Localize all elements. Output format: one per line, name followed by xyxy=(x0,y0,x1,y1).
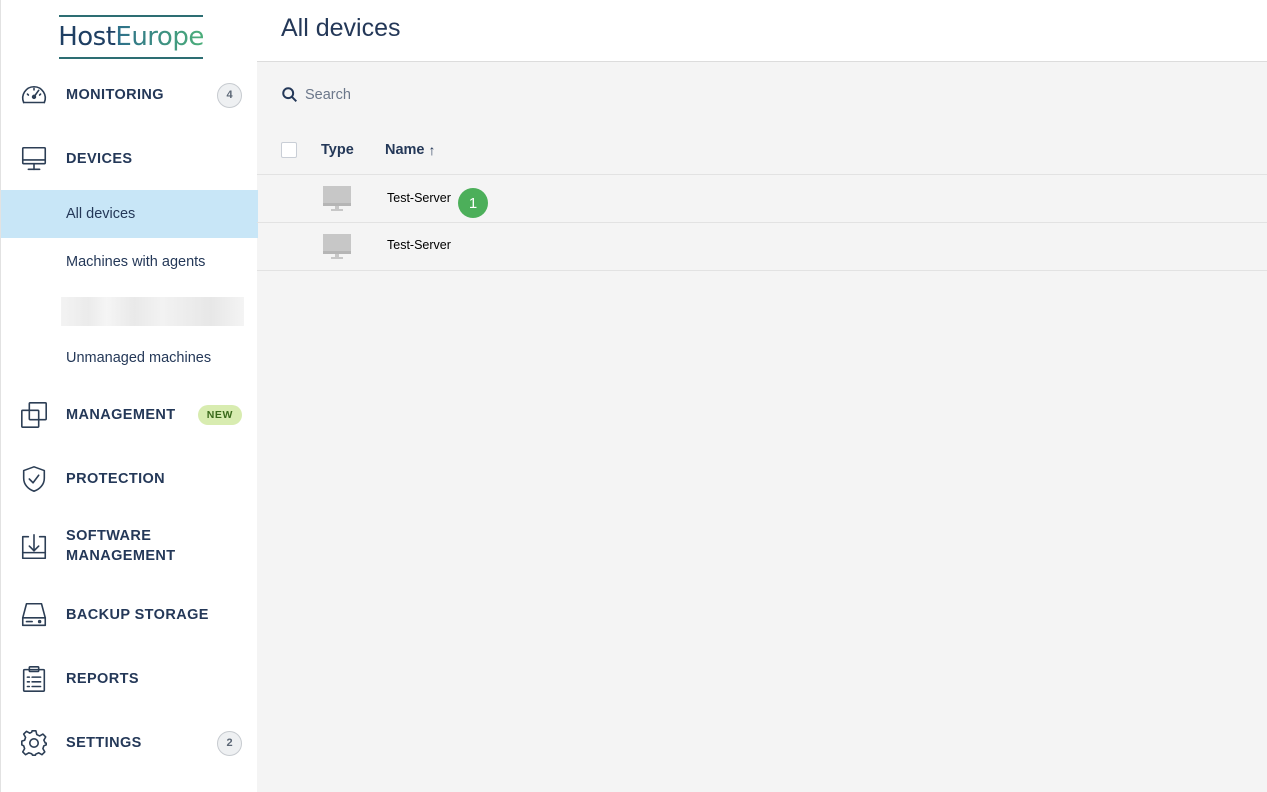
download-box-icon xyxy=(18,531,50,563)
arrow-up-icon: ↑ xyxy=(428,142,436,158)
nav-monitoring-label: MONITORING xyxy=(66,87,164,103)
monitor-icon xyxy=(323,186,351,211)
sidebar-item-label: All devices xyxy=(66,206,136,222)
nav-management[interactable]: MANAGEMENT NEW xyxy=(1,398,258,432)
nav-software-label-line2: MANAGEMENT xyxy=(66,548,176,564)
device-name[interactable]: Test-Server xyxy=(387,191,451,205)
shield-check-icon xyxy=(18,463,50,495)
nav-devices-label: DEVICES xyxy=(66,151,133,167)
nav-devices[interactable]: DEVICES xyxy=(1,142,258,176)
hard-drive-icon xyxy=(18,599,50,631)
gear-icon xyxy=(18,727,50,759)
nav-software-management[interactable]: SOFTWARE MANAGEMENT xyxy=(1,526,258,568)
logo-europe-text: Europe xyxy=(115,22,204,52)
stacked-windows-icon xyxy=(18,399,50,431)
search-bar[interactable] xyxy=(281,80,581,110)
step-marker: 1 xyxy=(458,188,488,218)
redacted-sidebar-item[interactable] xyxy=(61,297,244,326)
table-row[interactable]: Test-Server xyxy=(257,223,1267,271)
column-header-type[interactable]: Type xyxy=(321,142,354,158)
page-title: All devices xyxy=(281,14,401,42)
hosteurope-logo[interactable]: HostEurope xyxy=(58,15,204,59)
monitor-icon xyxy=(323,234,351,259)
table-row[interactable]: Test-Server xyxy=(257,175,1267,223)
speedometer-icon xyxy=(18,79,50,111)
sidebar-item-label: Machines with agents xyxy=(66,254,206,270)
nav-protection-label: PROTECTION xyxy=(66,471,166,487)
nav-settings[interactable]: SETTINGS 2 xyxy=(1,726,258,760)
settings-alert-count: 2 xyxy=(217,730,242,756)
monitor-icon xyxy=(18,143,50,175)
devices-table-header: Type Name ↑ xyxy=(257,127,1267,175)
logo-host-text: Host xyxy=(58,22,116,52)
nav-settings-label: SETTINGS xyxy=(66,735,142,751)
column-header-name-label: Name xyxy=(385,142,425,158)
nav-backup-label: BACKUP STORAGE xyxy=(66,607,209,623)
nav-protection[interactable]: PROTECTION xyxy=(1,462,258,496)
new-badge: NEW xyxy=(197,405,242,425)
search-icon[interactable] xyxy=(281,86,299,104)
nav-backup-storage[interactable]: BACKUP STORAGE xyxy=(1,598,258,632)
sidebar: HostEurope MONITORING 4 DEVICES All devi… xyxy=(0,0,258,792)
nav-management-label: MANAGEMENT xyxy=(66,407,176,423)
nav-monitoring[interactable]: MONITORING 4 xyxy=(1,78,258,112)
sidebar-item-unmanaged-machines[interactable]: Unmanaged machines xyxy=(1,334,258,382)
nav-reports-label: REPORTS xyxy=(66,671,139,687)
nav-reports[interactable]: REPORTS xyxy=(1,662,258,696)
monitoring-alert-count: 4 xyxy=(217,82,242,108)
column-header-name[interactable]: Name ↑ xyxy=(385,142,436,158)
device-name[interactable]: Test-Server xyxy=(387,238,451,252)
sidebar-item-all-devices[interactable]: All devices xyxy=(1,190,258,238)
clipboard-report-icon xyxy=(18,663,50,695)
logo-text: HostEurope xyxy=(58,22,204,52)
sidebar-item-label: Unmanaged machines xyxy=(66,350,212,366)
search-input[interactable] xyxy=(305,83,565,107)
page-header: All devices xyxy=(257,0,1267,62)
sidebar-item-machines-with-agents[interactable]: Machines with agents xyxy=(1,238,258,286)
select-all-checkbox[interactable] xyxy=(281,142,297,158)
nav-software-label-line1: SOFTWARE xyxy=(66,528,152,544)
